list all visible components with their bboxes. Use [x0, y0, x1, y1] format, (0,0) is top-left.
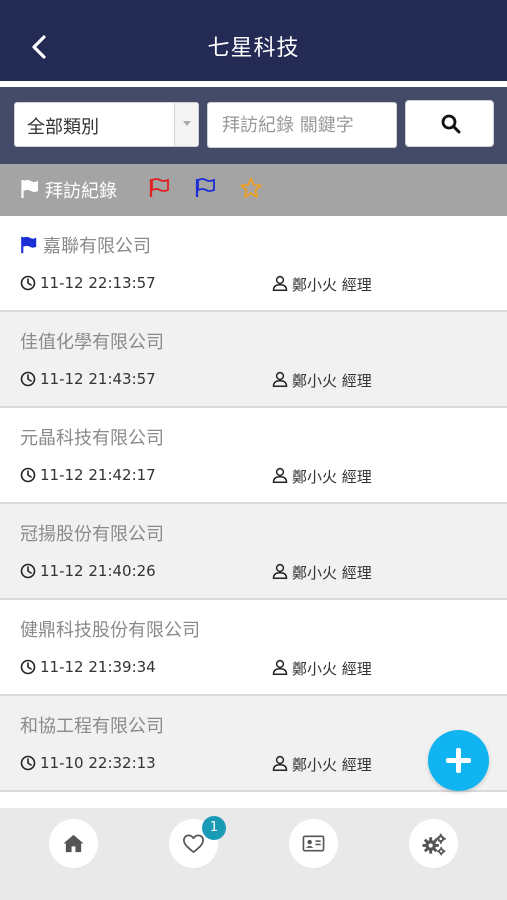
company-name: 嘉聯有限公司: [43, 236, 151, 257]
person-icon: [272, 755, 288, 771]
visit-record-list: 嘉聯有限公司 11-12 22:13:57 鄭小火 經理 佳值化學有限公司 11…: [0, 216, 507, 792]
visit-time: 11-12 21:40:26: [40, 562, 156, 580]
company-name: 元晶科技有限公司: [20, 428, 164, 449]
filter-bar: 拜訪紀錄: [0, 164, 507, 216]
visit-time: 11-12 21:43:57: [40, 370, 156, 388]
star-filter-icon[interactable]: [240, 177, 262, 199]
company-name: 和協工程有限公司: [20, 716, 164, 737]
company-name: 冠揚股份有限公司: [20, 524, 164, 545]
tab-settings[interactable]: [409, 819, 458, 868]
heart-icon: [183, 834, 204, 853]
flag-icon[interactable]: [20, 179, 40, 199]
list-item[interactable]: 和協工程有限公司 11-10 22:32:13 鄭小火 經理: [0, 696, 507, 792]
page-title: 七星科技: [207, 36, 300, 61]
clock-icon: [20, 467, 36, 483]
person-icon: [272, 467, 288, 483]
blue-flag-icon: [21, 236, 37, 254]
keyword-input[interactable]: [207, 102, 397, 148]
clock-icon: [20, 755, 36, 771]
home-icon: [63, 834, 84, 853]
tab-favorites[interactable]: 1: [169, 816, 226, 868]
tab-home[interactable]: [49, 819, 98, 868]
list-item[interactable]: 嘉聯有限公司 11-12 22:13:57 鄭小火 經理: [0, 216, 507, 312]
list-item[interactable]: 佳值化學有限公司 11-12 21:43:57 鄭小火 經理: [0, 312, 507, 408]
person-icon: [272, 275, 288, 291]
dropdown-arrow-icon: [174, 103, 198, 146]
gears-icon: [422, 833, 446, 856]
person-icon: [272, 563, 288, 579]
company-name: 佳值化學有限公司: [20, 332, 164, 353]
contact-name: 鄭小火 經理: [292, 276, 372, 294]
category-select[interactable]: 全部類別: [14, 102, 199, 147]
clock-icon: [20, 275, 36, 291]
contact-name: 鄭小火 經理: [292, 372, 372, 390]
clock-icon: [20, 371, 36, 387]
contact-name: 鄭小火 經理: [292, 468, 372, 486]
blue-flag-filter-icon[interactable]: [194, 178, 216, 198]
bottom-tab-bar: 1: [0, 808, 507, 900]
search-button[interactable]: [405, 100, 494, 147]
contact-name: 鄭小火 經理: [292, 564, 372, 582]
app-header: 七星科技: [0, 0, 507, 81]
list-item[interactable]: 元晶科技有限公司 11-12 21:42:17 鄭小火 經理: [0, 408, 507, 504]
clock-icon: [20, 563, 36, 579]
visit-time: 11-10 22:32:13: [40, 754, 156, 772]
red-flag-filter-icon[interactable]: [148, 178, 170, 198]
visit-time: 11-12 21:39:34: [40, 658, 156, 676]
notification-badge: 1: [202, 816, 226, 840]
clock-icon: [20, 659, 36, 675]
contact-name: 鄭小火 經理: [292, 660, 372, 678]
contact-card-icon: [302, 835, 325, 852]
search-bar: 全部類別: [0, 87, 507, 164]
add-record-button[interactable]: [428, 730, 489, 791]
tab-contacts[interactable]: [289, 819, 338, 868]
person-icon: [272, 371, 288, 387]
search-icon: [441, 114, 461, 134]
category-select-value: 全部類別: [27, 117, 99, 138]
list-item[interactable]: 冠揚股份有限公司 11-12 21:40:26 鄭小火 經理: [0, 504, 507, 600]
visit-time: 11-12 21:42:17: [40, 466, 156, 484]
person-icon: [272, 659, 288, 675]
filter-label[interactable]: 拜訪紀錄: [45, 177, 117, 203]
list-item[interactable]: 健鼎科技股份有限公司 11-12 21:39:34 鄭小火 經理: [0, 600, 507, 696]
contact-name: 鄭小火 經理: [292, 756, 372, 774]
visit-time: 11-12 22:13:57: [40, 274, 156, 292]
company-name: 健鼎科技股份有限公司: [20, 620, 200, 641]
